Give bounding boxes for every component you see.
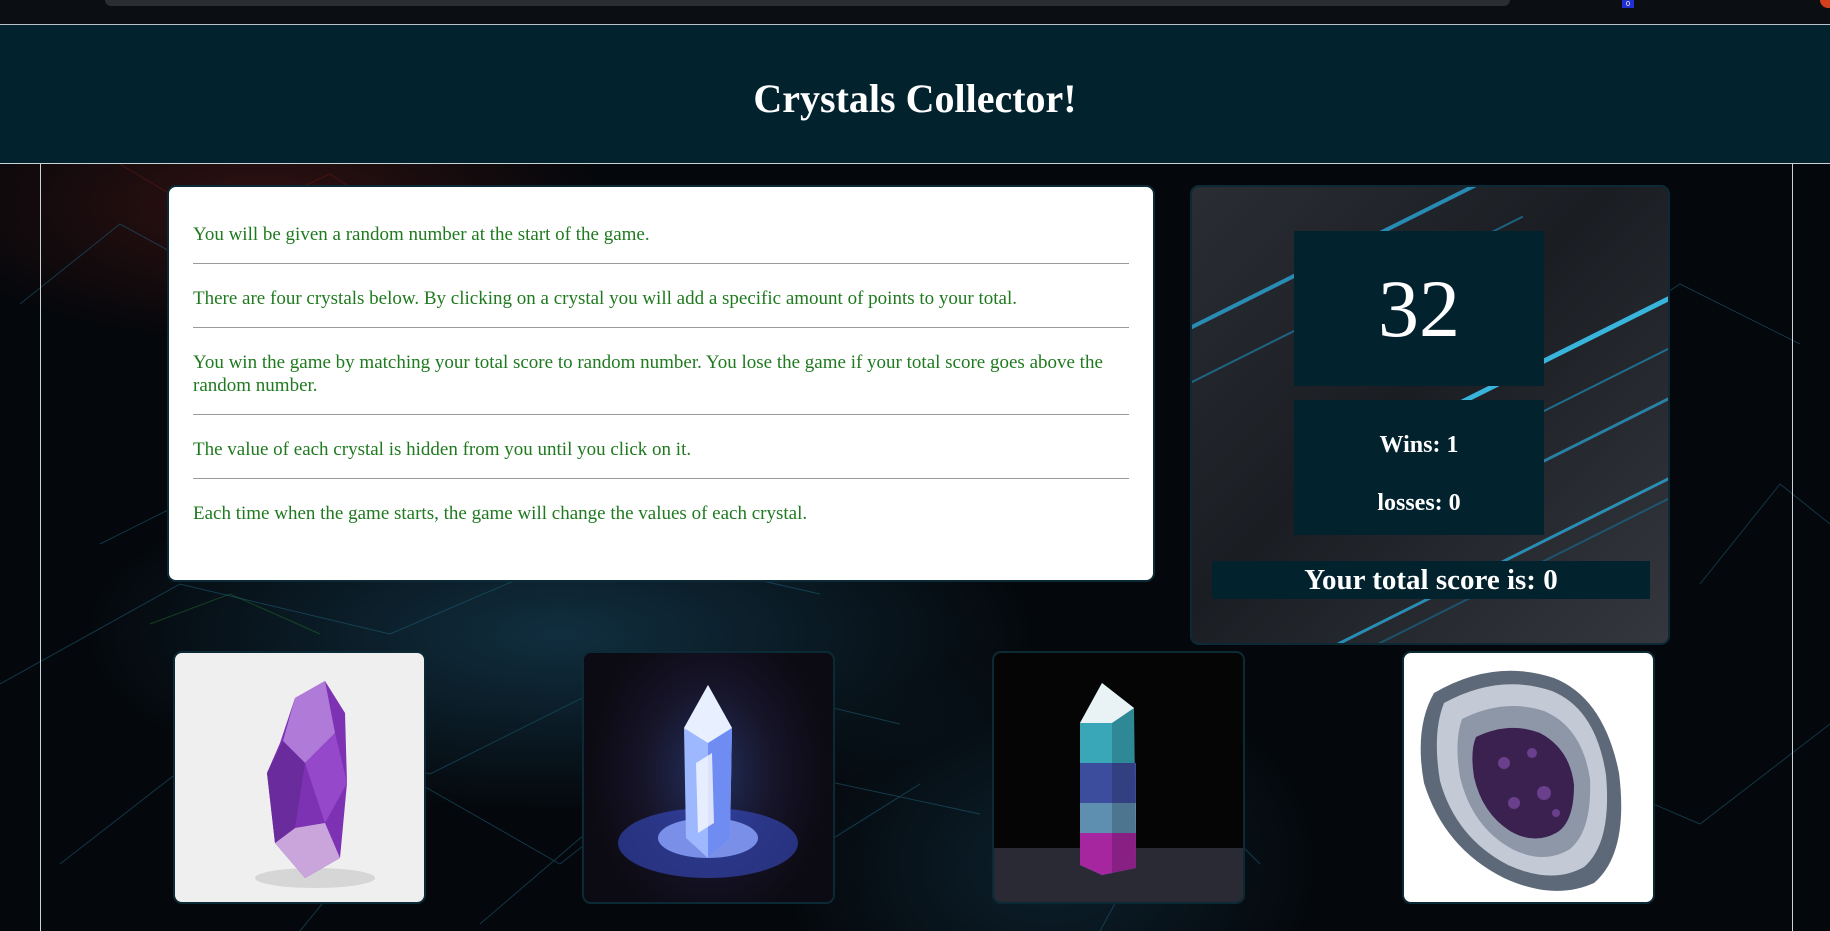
crystal-button-4[interactable] [1402, 651, 1655, 904]
instruction-four-crystals: There are four crystals below. By clicki… [193, 288, 1017, 309]
divider [193, 414, 1129, 415]
win-loss-record: Wins: 1 losses: 0 [1294, 400, 1544, 535]
instruction-random-number: You will be given a random number at the… [193, 224, 650, 245]
fluorite-tower-crystal-icon [994, 683, 1243, 902]
purple-amethyst-crystal-icon [255, 681, 375, 888]
game-header: Crystals Collector! [0, 25, 1830, 164]
crystal-button-1[interactable] [173, 651, 426, 904]
crystal-button-3[interactable] [992, 651, 1245, 904]
extension-badge-icon[interactable]: 0 [1622, 0, 1634, 8]
total-score: Your total score is: 0 [1212, 561, 1650, 599]
browser-toolbar-edge: 0 [0, 0, 1830, 25]
divider [193, 478, 1129, 479]
divider [193, 327, 1129, 328]
scoreboard-panel: 32 Wins: 1 losses: 0 Your total score is… [1190, 185, 1670, 645]
instruction-win-lose: You win the game by matching your total … [193, 352, 1103, 396]
crystal-button-2[interactable] [582, 651, 835, 904]
extension-icon[interactable] [1820, 0, 1830, 8]
losses-counter: losses: 0 [1377, 490, 1461, 516]
game-title: Crystals Collector! [753, 76, 1077, 121]
amethyst-geode-icon [1420, 670, 1622, 891]
content-border-left [40, 164, 41, 931]
browser-scrollbar[interactable] [105, 0, 1510, 6]
wins-counter: Wins: 1 [1379, 432, 1459, 458]
content-border-right [1792, 164, 1793, 931]
divider [193, 263, 1129, 264]
instruction-hidden-value: The value of each crystal is hidden from… [193, 439, 692, 460]
random-target-number: 32 [1294, 231, 1544, 386]
glowing-quartz-crystal-icon [618, 685, 798, 878]
instructions-panel: You will be given a random number at the… [167, 185, 1155, 582]
game-stage: You will be given a random number at the… [0, 164, 1830, 931]
instruction-values-change: Each time when the game starts, the game… [193, 503, 808, 524]
